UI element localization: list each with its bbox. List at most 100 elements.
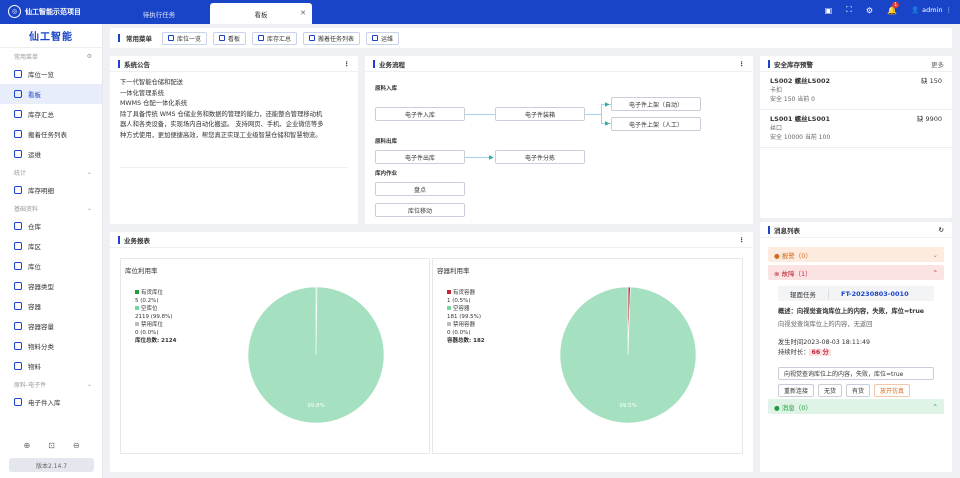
tab-pending-tasks[interactable]: 待执行任务: [108, 3, 210, 24]
quick-inventory-summary-button[interactable]: 库存汇总: [252, 31, 298, 45]
sidebar-item-inventory-detail[interactable]: 库存明细: [0, 180, 102, 200]
quick-transfer-tasks-button[interactable]: 搬着任务列表: [303, 31, 361, 45]
sidebar-item-zone[interactable]: 库区: [0, 236, 102, 256]
flow-header: 业务流程 ⋮: [365, 56, 753, 72]
zoom-out-icon[interactable]: ⊖: [73, 441, 80, 450]
flow-node-outbound[interactable]: 电子件出库: [375, 150, 465, 164]
reconnect-button[interactable]: 重新连接: [778, 384, 815, 397]
arrow-icon: ▶: [605, 101, 610, 108]
error-row[interactable]: ⊗ 故障（1） ⌃: [768, 265, 944, 280]
sidebar-item-inventory-summary[interactable]: 库存汇总: [0, 104, 102, 124]
ops-icon: [14, 150, 22, 158]
flow-node-boxing[interactable]: 电子件装箱: [495, 107, 585, 121]
group-basic[interactable]: 基础资料 ⌄: [0, 200, 102, 216]
flow-node-relocate[interactable]: 库位移动: [375, 203, 465, 217]
legend-swatch: [447, 290, 451, 294]
flow-node-sorting[interactable]: 电子件分拣: [495, 150, 585, 164]
flow-node-shelf-manual[interactable]: 电子件上架（人工）: [611, 117, 701, 131]
chart-location-usage: 库位利用率 有货库位 5 (0.2%) 空库位 2119 (99.8%) 禁用库…: [120, 258, 430, 454]
detail-tab-id[interactable]: FT-20230803-0010: [829, 290, 921, 298]
sidebar: 仙工智能 常用菜单 ⚙ 库位一览 看板 库存汇总 搬着任务列表 运维 统计 ⌄ 库存…: [0, 24, 103, 478]
gear-icon[interactable]: ⚙: [866, 6, 873, 15]
sidebar-item-transfer-tasks[interactable]: 搬着任务列表: [0, 124, 102, 144]
more-icon[interactable]: ⋮: [344, 60, 351, 68]
container-icon: [14, 302, 22, 310]
close-icon[interactable]: ✕: [300, 9, 306, 17]
tab-dashboard[interactable]: 看板 ✕: [210, 3, 312, 24]
refresh-icon[interactable]: ↻: [939, 226, 944, 234]
info-icon: ●: [774, 403, 780, 412]
top-bar: ◎ 仙工智能示范项目 待执行任务 看板 ✕ ▣ ⛶ ⚙ 🔔 1 👤 admin ⋮: [0, 0, 960, 24]
pie-chart: 99.5%: [559, 286, 697, 424]
dashboard-icon: [14, 90, 22, 98]
top-actions: ▣ ⛶ ⚙ 🔔 1 👤 admin ⋮: [825, 1, 952, 15]
chart-title: 容器利用率: [437, 267, 470, 275]
chart-legend: 有货库位 5 (0.2%) 空库位 2119 (99.8%) 禁用库位 0 (0…: [135, 290, 177, 344]
messages-header: 消息列表 ↻: [760, 222, 952, 238]
group-stats[interactable]: 统计 ⌄: [0, 164, 102, 180]
sidebar-item-location-overview[interactable]: 库位一览: [0, 64, 102, 84]
has-goods-button[interactable]: 有货: [846, 384, 871, 397]
divider: [120, 167, 348, 168]
app-title: 仙工智能示范项目: [25, 7, 81, 16]
chevron-up-icon: ⌃: [932, 402, 938, 411]
gear-icon[interactable]: ⚙: [87, 53, 92, 60]
safety-item[interactable]: LS002 螺丝LS002 缺 150 卡扣 安全 150 当前 0: [760, 72, 952, 110]
no-goods-button[interactable]: 无货: [818, 384, 843, 397]
detail-tab-task[interactable]: 辊面任务: [778, 288, 829, 299]
flow-panel: 业务流程 ⋮ 原料入库 电子件入库 电子件装箱 ▶ ▶ 电子件上架（自动） 电子件…: [365, 56, 753, 224]
flow-node-shelf-auto[interactable]: 电子件上架（自动）: [611, 97, 701, 111]
sidebar-item-container-capacity[interactable]: 容器容量: [0, 316, 102, 336]
user-menu[interactable]: 👤 admin ⋮: [911, 6, 952, 14]
chevron-down-icon: ⌄: [86, 204, 92, 212]
group-common[interactable]: 常用菜单 ⚙: [0, 48, 102, 64]
accent-bar: [768, 59, 770, 68]
zoom-in-icon[interactable]: ⊕: [23, 441, 30, 450]
quick-dashboard-button[interactable]: 看板: [213, 31, 247, 45]
sidebar-item-container[interactable]: 容器: [0, 296, 102, 316]
chevron-down-icon: ⌄: [932, 250, 938, 259]
location-icon: [14, 262, 22, 270]
flow-node-inbound[interactable]: 电子件入库: [375, 107, 465, 121]
zoom-controls: ⊕ ⊡ ⊖: [0, 441, 103, 450]
list-icon: [14, 130, 22, 138]
release-sim-button[interactable]: 放开仿真: [874, 384, 911, 397]
legend-swatch: [135, 290, 139, 294]
sidebar-item-location[interactable]: 库位: [0, 256, 102, 276]
error-icon: ⊗: [774, 269, 780, 278]
warn-row[interactable]: ● 报警（0） ⌄: [768, 247, 944, 262]
bell-icon[interactable]: 🔔 1: [887, 1, 900, 15]
flow-node-stocktake[interactable]: 盘点: [375, 182, 465, 196]
quick-ops-button[interactable]: 运维: [366, 31, 400, 45]
sidebar-item-material-category[interactable]: 物料分类: [0, 336, 102, 356]
info-row[interactable]: ● 消息（0） ⌃: [768, 399, 944, 414]
chevron-down-icon: ⌄: [86, 168, 92, 176]
fullscreen-icon[interactable]: ⛶: [846, 5, 852, 15]
safety-stock-panel: 安全库存预警 更多 LS002 螺丝LS002 缺 150 卡扣 安全 150 当前…: [760, 56, 952, 218]
sidebar-item-dashboard[interactable]: 看板: [0, 84, 102, 104]
more-link[interactable]: 更多: [931, 59, 944, 69]
duration-badge: 66 分: [809, 349, 831, 356]
group-raw[interactable]: 原料-电子件 ⌄: [0, 376, 102, 392]
material-icon: [14, 362, 22, 370]
more-icon[interactable]: ⋮: [739, 236, 746, 244]
quick-location-overview-button[interactable]: 库位一览: [162, 31, 208, 45]
sidebar-item-electronic-inbound[interactable]: 电子件入库: [0, 392, 102, 412]
category-icon: [14, 342, 22, 350]
tab-bar: 待执行任务 看板 ✕: [108, 3, 312, 24]
more-icon[interactable]: ⋮: [739, 60, 746, 68]
messages-panel: 消息列表 ↻ ● 报警（0） ⌄ ⊗ 故障（1） ⌃ 辊面任务 FT-20230803…: [760, 222, 952, 472]
sidebar-item-material[interactable]: 物料: [0, 356, 102, 376]
fit-icon[interactable]: ⊡: [48, 441, 55, 450]
safety-item[interactable]: LS001 螺丝LS001 缺 9900 丝口 安全 10000 当前 100: [760, 110, 952, 148]
legend-swatch: [447, 306, 451, 310]
sidebar-item-container-type[interactable]: 容器类型: [0, 276, 102, 296]
version-badge: 版本2.14.7: [9, 458, 94, 472]
arrow-icon: ▶: [489, 154, 494, 161]
sidebar-item-warehouse[interactable]: 仓库: [0, 216, 102, 236]
warehouse-icon: [14, 222, 22, 230]
sidebar-item-ops[interactable]: 运维: [0, 144, 102, 164]
screen-icon[interactable]: ▣: [825, 6, 833, 15]
legend-swatch: [135, 322, 139, 326]
announcement-body: 下一代智能仓储和配送 一体化管理系统 MWMS 仓配一体化系统 除了具备传统 W…: [120, 79, 324, 139]
